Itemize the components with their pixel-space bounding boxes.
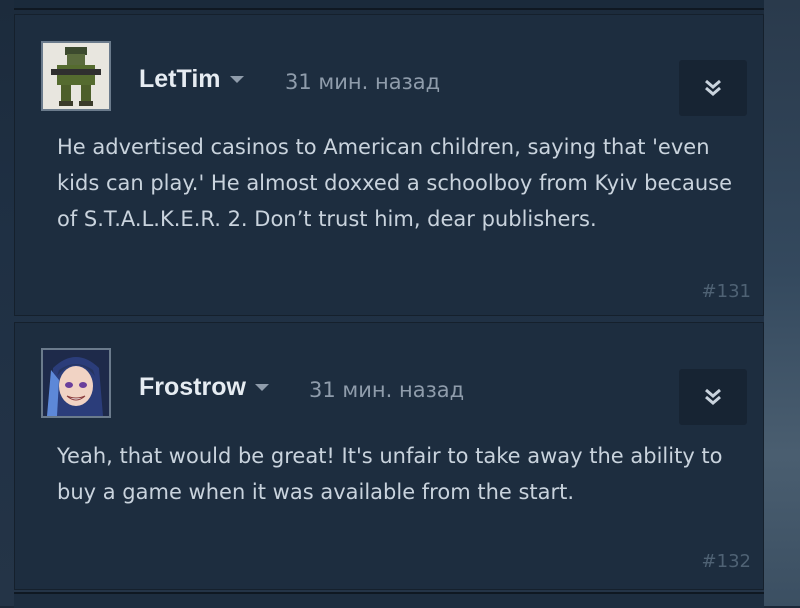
- comment-132: Frostrow 31 мин. назад Yeah, that would …: [14, 322, 764, 590]
- comment-number[interactable]: #131: [702, 281, 751, 302]
- soldier-avatar-icon: [43, 43, 109, 109]
- previous-comment-edge: [14, 0, 764, 10]
- author-name[interactable]: Frostrow: [139, 373, 270, 402]
- comment-number[interactable]: #132: [702, 551, 751, 572]
- user-avatar[interactable]: [41, 41, 111, 111]
- user-avatar[interactable]: [41, 348, 111, 418]
- caret-down-icon[interactable]: [229, 75, 245, 85]
- expand-button[interactable]: [679, 60, 747, 116]
- expand-button[interactable]: [679, 369, 747, 425]
- double-chevron-down-icon: [705, 388, 721, 405]
- caret-down-icon[interactable]: [254, 383, 270, 393]
- comment-timestamp: 31 мин. назад: [309, 378, 465, 402]
- comment-text: Yeah, that would be great! It's unfair t…: [57, 444, 723, 504]
- author-name[interactable]: LetTim: [139, 65, 245, 94]
- comment-timestamp: 31 мин. назад: [285, 70, 441, 94]
- comment-131: LetTim 31 мин. назад He advertised casin…: [14, 14, 764, 316]
- anime-girl-avatar-icon: [43, 350, 109, 416]
- double-chevron-down-icon: [705, 79, 721, 96]
- comment-text: He advertised casinos to American childr…: [57, 135, 732, 231]
- background-artwork: [764, 0, 800, 606]
